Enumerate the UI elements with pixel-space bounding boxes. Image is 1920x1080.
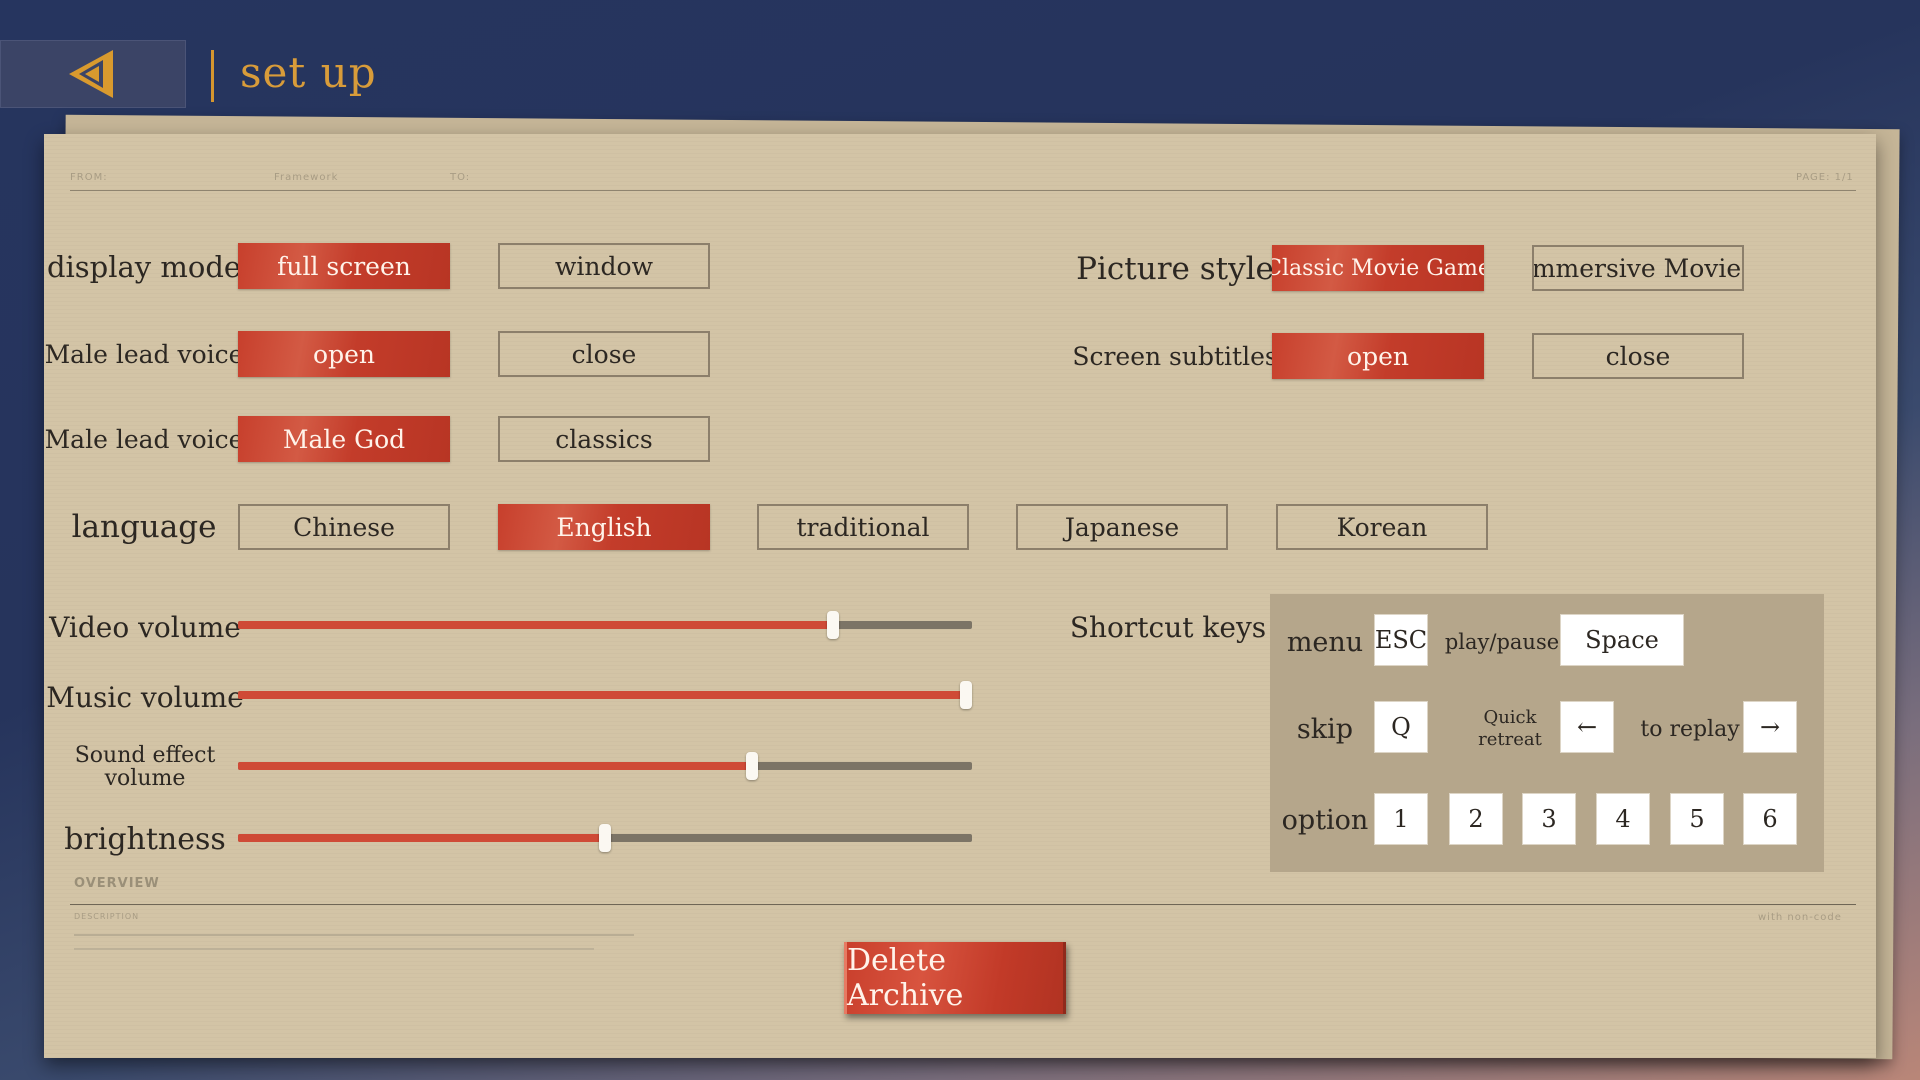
brightness-label: brightness [64, 821, 226, 857]
paper-top-rule [70, 190, 1856, 191]
menu-shortcut-label: menu [1286, 626, 1364, 658]
brightness-slider[interactable] [238, 824, 972, 852]
play-pause-shortcut-label: play/pause [1444, 630, 1560, 654]
male-lead-voice-label: Male lead voice [44, 339, 244, 369]
option-6-key[interactable]: 6 [1743, 793, 1797, 845]
male-lead-voice-male-god-button[interactable]: Male God [238, 416, 450, 462]
paper-description: DESCRIPTION [74, 912, 140, 921]
picture-style-label: Picture style [1076, 251, 1274, 287]
paper-from: FROM: [70, 172, 108, 183]
screen-subtitles-label: Screen subtitles [1072, 341, 1278, 371]
paper-bottom-rule [70, 904, 1856, 905]
display-mode-full-screen-button[interactable]: full screen [238, 243, 450, 289]
video-volume-fill [238, 621, 833, 629]
male-lead-voice-close-button[interactable]: close [498, 331, 710, 377]
shortcut-keys-label: Shortcut keys [1069, 610, 1267, 644]
video-volume-label: Video volume [49, 610, 241, 644]
language-chinese-button[interactable]: Chinese [238, 504, 450, 550]
language-label: language [71, 509, 217, 545]
option-shortcut-label: option [1281, 804, 1369, 836]
back-arrow-icon [69, 50, 113, 98]
replay-shortcut-key[interactable]: → [1743, 701, 1797, 753]
music-volume-slider[interactable] [238, 681, 972, 709]
skip-shortcut-label: skip [1296, 713, 1354, 745]
brightness-thumb[interactable] [599, 824, 611, 852]
title-divider [211, 50, 214, 102]
video-volume-thumb[interactable] [826, 611, 839, 639]
picture-style-immersive-movies-button[interactable]: Immersive Movies [1532, 245, 1744, 291]
picture-style-classic-movie-game-button[interactable]: Classic Movie Game [1272, 245, 1484, 291]
play-pause-shortcut-key[interactable]: Space [1560, 614, 1684, 666]
paper-faint-line [74, 948, 594, 950]
language-traditional-button[interactable]: traditional [757, 504, 969, 550]
option-4-key[interactable]: 4 [1596, 793, 1650, 845]
quick-retreat-shortcut-label: Quick retreat [1478, 707, 1542, 750]
page-title: set up [240, 48, 377, 97]
paper-page: PAGE: 1/1 [1796, 172, 1854, 183]
male-lead-voice-classics-button[interactable]: classics [498, 416, 710, 462]
language-korean-button[interactable]: Korean [1276, 504, 1488, 550]
paper-with-code: with non-code [1758, 912, 1842, 923]
display-mode-window-button[interactable]: window [498, 243, 710, 289]
option-3-key[interactable]: 3 [1522, 793, 1576, 845]
sound-effect-volume-label: Sound effect volume [74, 743, 216, 791]
sound-effect-volume-thumb[interactable] [745, 752, 758, 780]
male-lead-voice-open-button[interactable]: open [238, 331, 450, 377]
option-5-key[interactable]: 5 [1670, 793, 1724, 845]
male-lead-voice-type-label: Male lead voice [44, 424, 244, 454]
brightness-fill [238, 834, 605, 842]
menu-shortcut-key[interactable]: ESC [1374, 614, 1428, 666]
back-button[interactable] [0, 40, 186, 108]
paper-faint-line [74, 934, 634, 936]
paper-to: TO: [450, 172, 471, 183]
language-english-button[interactable]: English [498, 504, 710, 550]
sound-effect-volume-slider[interactable] [238, 752, 972, 780]
screen-subtitles-close-button[interactable]: close [1532, 333, 1744, 379]
music-volume-fill [238, 691, 972, 699]
video-volume-slider[interactable] [238, 611, 972, 639]
music-volume-thumb[interactable] [960, 681, 972, 709]
option-1-key[interactable]: 1 [1374, 793, 1428, 845]
option-2-key[interactable]: 2 [1449, 793, 1503, 845]
skip-shortcut-key[interactable]: Q [1374, 701, 1428, 753]
language-japanese-button[interactable]: Japanese [1016, 504, 1228, 550]
delete-archive-button[interactable]: Delete Archive [844, 942, 1066, 1014]
screen-subtitles-open-button[interactable]: open [1272, 333, 1484, 379]
music-volume-label: Music volume [46, 680, 244, 714]
paper-framework: Framework [274, 172, 339, 183]
replay-shortcut-label: to replay [1640, 716, 1740, 742]
paper-overview: OVERVIEW [74, 876, 160, 891]
display-mode-label: display mode [46, 250, 242, 284]
quick-retreat-shortcut-key[interactable]: ← [1560, 701, 1614, 753]
sound-effect-volume-fill [238, 762, 752, 770]
